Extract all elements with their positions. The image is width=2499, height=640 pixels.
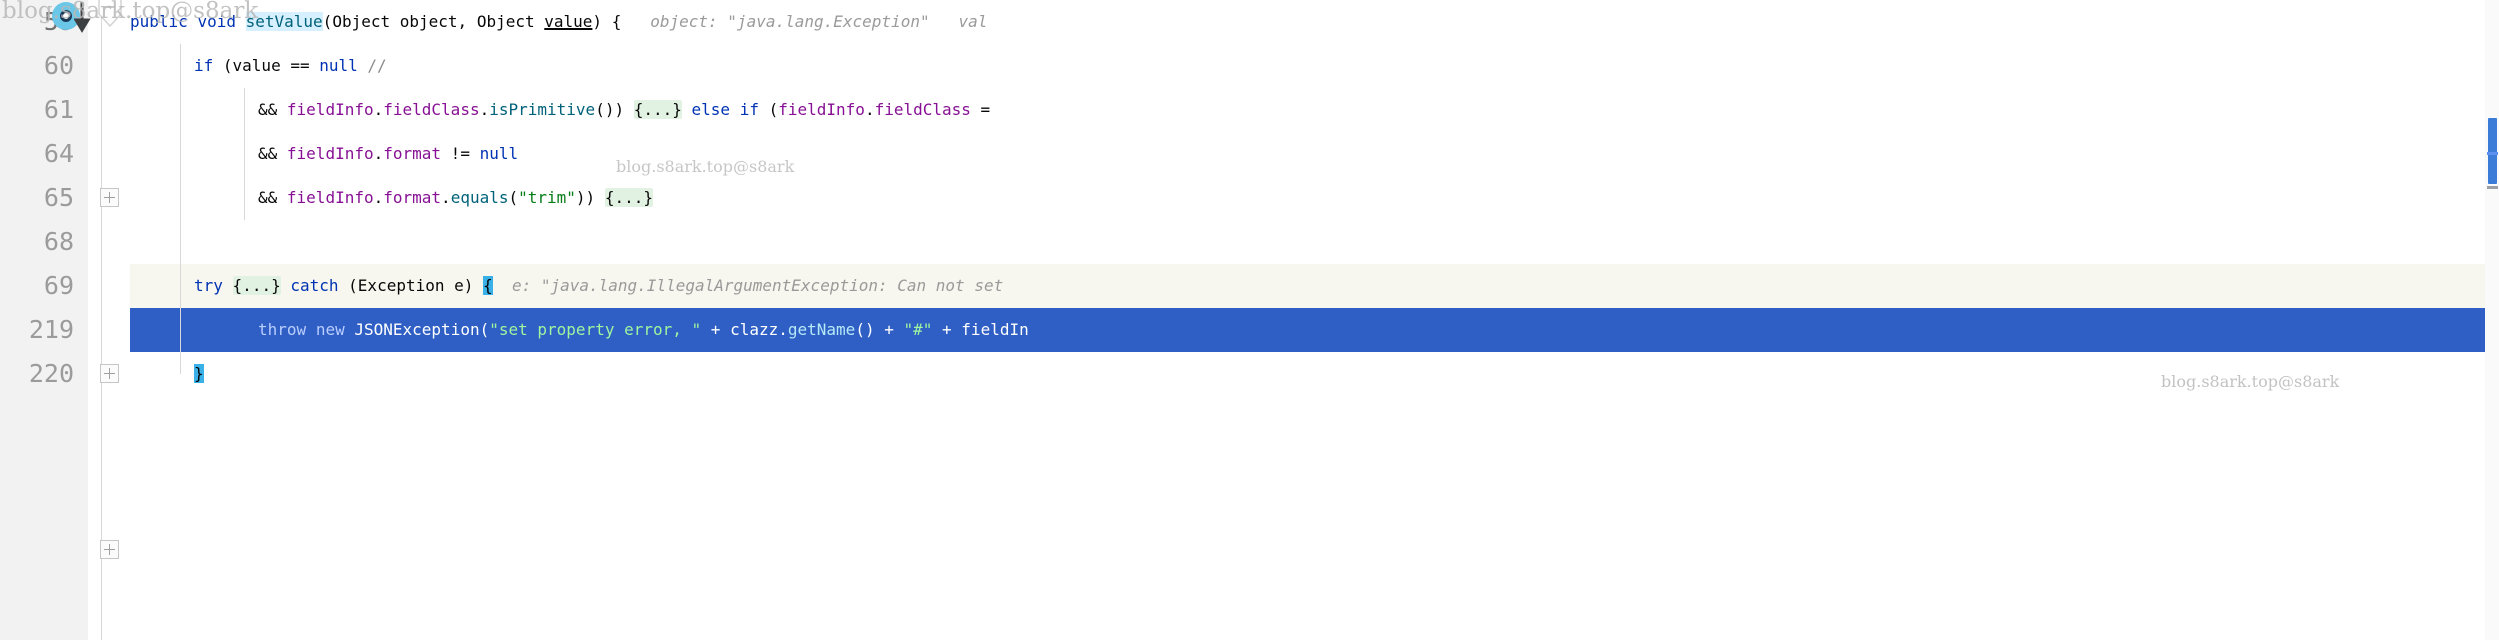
code-editor[interactable]: 59 public void setValue(Object object, O… [0,0,2499,640]
editor-line[interactable]: 60 if (value == null // [0,44,2499,88]
scrollbar-marker[interactable] [2487,152,2498,155]
line-number: 69 [43,271,74,300]
text-caret: { [483,276,493,295]
editor-line[interactable]: 220 } [0,352,2499,396]
inline-debug-hint: e: "java.lang.IllegalArgumentException: … [511,276,1004,295]
line-number: 60 [43,51,74,80]
scrollbar-thumb[interactable] [2488,118,2497,184]
indent-guide [180,44,181,374]
code-text[interactable]: && fieldInfo.fieldClass.isPrimitive()) {… [258,88,990,132]
line-number: 68 [43,227,74,256]
line-number: 219 [28,315,74,344]
code-text[interactable]: throw new JSONException("set property er… [258,308,1029,352]
fold-shield-icon[interactable] [97,0,123,28]
vertical-scrollbar[interactable] [2485,0,2499,640]
editor-line[interactable]: 64 && fieldInfo.format != null [0,132,2499,176]
editor-line[interactable]: 65 && fieldInfo.format.equals("trim")) {… [0,176,2499,383]
fold-expand-icon[interactable] [100,364,119,383]
folded-block[interactable]: {...} [232,276,281,295]
code-text[interactable]: public void setValue(Object object, Obje… [130,0,987,44]
editor-line[interactable]: 68 [0,220,2499,264]
code-text[interactable]: && fieldInfo.format.equals("trim")) {...… [258,176,653,220]
line-number: 65 [43,183,74,212]
scrollbar-marker[interactable] [2487,186,2498,189]
line-number: 64 [43,139,74,168]
code-text[interactable]: } [194,352,204,396]
editor-line[interactable]: 61 && fieldInfo.fieldClass.isPrimitive()… [0,88,2499,207]
line-number: 61 [43,95,74,124]
folded-block[interactable]: {...} [604,188,653,207]
code-text[interactable]: try {...} catch (Exception e) { e: "java… [194,264,1003,308]
editor-line[interactable]: 69 try {...} catch (Exception e) { e: "j… [0,264,2499,559]
folded-block[interactable]: {...} [633,100,682,119]
text-caret: } [194,364,204,383]
code-text[interactable]: && fieldInfo.format != null [258,132,518,176]
step-arrow-icon[interactable] [74,0,92,34]
fold-expand-icon[interactable] [100,540,119,559]
editor-line[interactable]: 59 public void setValue(Object object, O… [0,0,2499,44]
editor-line[interactable]: 219 throw new JSONException("set propert… [0,308,2499,352]
inline-debug-hint: object: "java.lang.Exception" val [650,12,988,31]
fold-expand-icon[interactable] [100,188,119,207]
line-number: 220 [28,359,74,388]
code-text[interactable]: if (value == null // [194,44,387,88]
indent-guide [244,88,245,220]
